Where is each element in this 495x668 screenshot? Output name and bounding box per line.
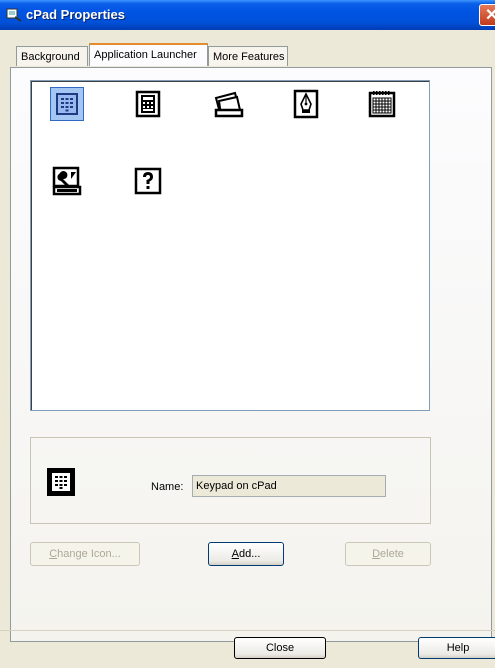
tab-more-features[interactable]: More Features [208,46,288,66]
help-button[interactable]: Help [418,637,495,659]
tab-application-launcher[interactable]: Application Launcher [89,43,208,66]
name-field[interactable]: Keypad on cPad [192,475,386,497]
window-title: cPad Properties [26,7,125,22]
add-label: dd... [238,548,261,560]
change-icon-label: hange Icon... [57,548,121,560]
application-icon-list[interactable] [30,80,430,411]
pen-nib-icon[interactable] [290,88,322,120]
cpad-app-icon [6,8,22,22]
change-icon-accel: C [49,548,58,560]
add-button[interactable]: Add... [208,542,284,566]
folder-pages-icon[interactable] [213,88,245,120]
close-window-button[interactable]: ✕ [479,4,495,26]
name-label: Name: [151,481,184,493]
add-accel: A [231,548,239,560]
delete-accel: D [372,548,381,560]
keypad-icon[interactable] [50,87,84,121]
selected-keypad-icon [45,466,77,498]
help-question-icon[interactable] [132,165,164,197]
title-bar[interactable]: cPad Properties ✕ [0,0,495,30]
delete-label: elete [380,548,404,560]
calendar-icon[interactable] [366,88,398,120]
calculator-icon[interactable] [132,88,164,120]
close-button[interactable]: Close [234,637,326,659]
tab-background[interactable]: Background [16,46,88,66]
delete-button[interactable]: Delete [345,542,431,566]
settings-tools-icon[interactable] [51,165,83,197]
footer-divider [0,630,495,631]
change-icon-button[interactable]: Change Icon... [30,542,140,566]
